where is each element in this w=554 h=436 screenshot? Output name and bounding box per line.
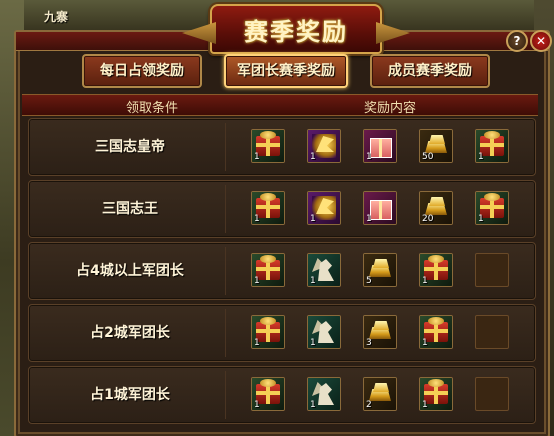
season-rewards-window: 赛季奖励 ? ✕ 每日占领奖励 军团长赛季奖励 成员赛季奖励 领取条件 奖励内容… bbox=[14, 4, 552, 436]
row-condition-label: 三国志皇帝 bbox=[95, 139, 165, 155]
reward-slot[interactable]: 20 bbox=[419, 191, 453, 225]
table-row: 占2城军团长 1 1 3 1 bbox=[28, 304, 536, 362]
row-divider bbox=[225, 309, 226, 357]
reward-slot[interactable]: 1 bbox=[419, 315, 453, 349]
empty-reward-slot bbox=[475, 377, 509, 411]
reward-slot[interactable]: 3 bbox=[363, 315, 397, 349]
empty-reward-slot bbox=[475, 315, 509, 349]
reward-quantity: 1 bbox=[366, 214, 372, 224]
reward-slot[interactable]: 1 bbox=[307, 377, 341, 411]
reward-quantity: 1 bbox=[422, 276, 428, 286]
reward-slot[interactable]: 1 bbox=[307, 315, 341, 349]
reward-quantity: 1 bbox=[310, 152, 316, 162]
reward-slot[interactable]: 1 bbox=[363, 129, 397, 163]
tab-daily-occupation-rewards[interactable]: 每日占领奖励 bbox=[82, 54, 202, 88]
row-divider bbox=[225, 123, 226, 171]
reward-quantity: 2 bbox=[366, 400, 372, 410]
row-condition-label: 占1城军团长 bbox=[90, 387, 170, 403]
reward-slot[interactable]: 2 bbox=[363, 377, 397, 411]
map-location-label: 九寨 bbox=[44, 10, 69, 24]
table-row: 占4城以上军团长 1 1 5 1 bbox=[28, 242, 536, 300]
reward-quantity: 1 bbox=[254, 400, 260, 410]
row-condition-label: 占2城军团长 bbox=[90, 325, 170, 341]
reward-quantity: 1 bbox=[422, 400, 428, 410]
reward-quantity: 1 bbox=[310, 276, 316, 286]
reward-quantity: 1 bbox=[478, 152, 484, 162]
reward-slot[interactable]: 1 bbox=[363, 191, 397, 225]
reward-slot[interactable]: 1 bbox=[419, 253, 453, 287]
reward-slot[interactable]: 1 bbox=[307, 253, 341, 287]
reward-slot[interactable]: 1 bbox=[251, 191, 285, 225]
reward-quantity: 20 bbox=[422, 214, 434, 224]
reward-tabs: 每日占领奖励 军团长赛季奖励 成员赛季奖励 bbox=[16, 54, 548, 88]
reward-quantity: 50 bbox=[422, 152, 434, 162]
empty-reward-slot bbox=[475, 253, 509, 287]
reward-slot[interactable]: 5 bbox=[363, 253, 397, 287]
reward-slot[interactable]: 1 bbox=[251, 377, 285, 411]
table-row: 三国志皇帝 1 1 1 50 1 bbox=[28, 118, 536, 176]
reward-quantity: 1 bbox=[310, 338, 316, 348]
row-divider bbox=[225, 185, 226, 233]
row-divider bbox=[225, 247, 226, 295]
reward-quantity: 1 bbox=[422, 338, 428, 348]
reward-quantity: 1 bbox=[254, 338, 260, 348]
row-divider bbox=[225, 371, 226, 419]
close-button[interactable]: ✕ bbox=[530, 30, 552, 52]
reward-slot[interactable]: 1 bbox=[251, 253, 285, 287]
reward-slot[interactable]: 1 bbox=[307, 191, 341, 225]
column-header-condition: 领取条件 bbox=[125, 101, 178, 116]
reward-quantity: 1 bbox=[254, 276, 260, 286]
reward-slot[interactable]: 1 bbox=[419, 377, 453, 411]
reward-quantity: 1 bbox=[254, 214, 260, 224]
reward-slot[interactable]: 1 bbox=[307, 129, 341, 163]
tab-member-season-rewards[interactable]: 成员赛季奖励 bbox=[370, 54, 490, 88]
reward-quantity: 1 bbox=[310, 214, 316, 224]
help-button[interactable]: ? bbox=[506, 30, 528, 52]
game-scene: 九寨 赛季奖励 ? ✕ 每日占领奖励 军团长赛季奖励 成员赛季奖励 领取条件 奖… bbox=[0, 0, 554, 436]
reward-quantity: 1 bbox=[478, 214, 484, 224]
reward-slot[interactable]: 1 bbox=[475, 191, 509, 225]
column-header-rewards: 奖励内容 bbox=[363, 101, 416, 116]
table-row: 占1城军团长 1 1 2 1 bbox=[28, 366, 536, 424]
row-condition-label: 占4城以上军团长 bbox=[76, 263, 184, 279]
row-condition-label: 三国志王 bbox=[102, 201, 158, 217]
window-title: 赛季奖励 bbox=[244, 18, 348, 46]
tab-legion-leader-season-rewards[interactable]: 军团长赛季奖励 bbox=[224, 54, 348, 88]
reward-quantity: 1 bbox=[366, 152, 372, 162]
reward-quantity: 1 bbox=[310, 400, 316, 410]
reward-slot[interactable]: 1 bbox=[475, 129, 509, 163]
reward-quantity: 5 bbox=[366, 276, 372, 286]
reward-quantity: 1 bbox=[254, 152, 260, 162]
reward-slot[interactable]: 1 bbox=[251, 315, 285, 349]
table-row: 三国志王 1 1 1 20 1 bbox=[28, 180, 536, 238]
reward-slot[interactable]: 1 bbox=[251, 129, 285, 163]
rewards-table-header: 领取条件 奖励内容 bbox=[22, 94, 538, 116]
reward-slot[interactable]: 50 bbox=[419, 129, 453, 163]
window-title-plate: 赛季奖励 bbox=[182, 4, 410, 54]
reward-quantity: 3 bbox=[366, 338, 372, 348]
